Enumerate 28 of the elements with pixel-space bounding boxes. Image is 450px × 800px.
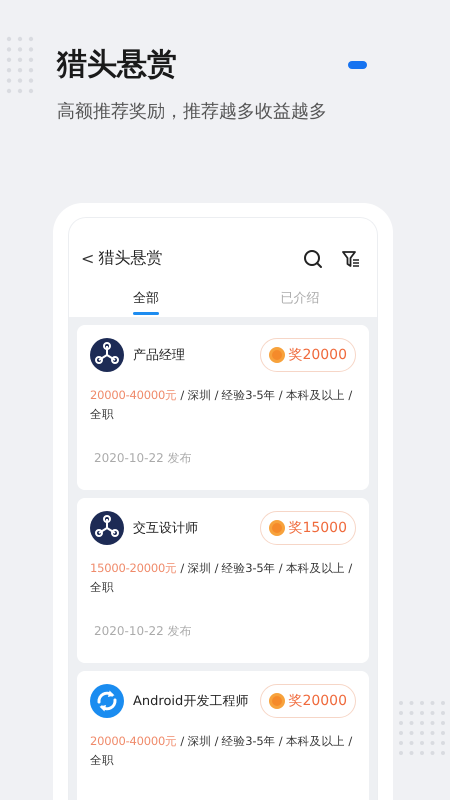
page-subtitle: 高额推荐奖励，推荐越多收益越多 — [57, 100, 328, 123]
job-details: 20000-40000元 / 深圳 / 经验3-5年 / 本科及以上 / 全职 — [90, 387, 354, 423]
job-card[interactable]: Android开发工程师 奖20000 20000-40000元 / 深圳 / 经验3-5年 / 本科及以上 / 全职 — [77, 671, 369, 800]
coin-icon — [269, 347, 286, 363]
job-card[interactable]: 产品经理 奖20000 20000-40000元 / 深圳 / 经验3-5年 / 本科及以上 / 全职 2020-10-22 发布 — [77, 325, 369, 490]
reward-badge: 奖15000 — [260, 511, 356, 545]
back-button[interactable]: < — [81, 249, 94, 268]
post-date: 2020-10-22 发布 — [93, 623, 193, 640]
indicator-pill — [348, 60, 367, 68]
job-details: 20000-40000元 / 深圳 / 经验3-5年 / 本科及以上 / 全职 — [90, 733, 354, 769]
job-card[interactable]: 交互设计师 奖15000 15000-20000元 / 深圳 / 经验3-5年 / 本科及以上 / 全职 2020-10-22 发布 — [77, 498, 369, 663]
coin-icon — [269, 520, 286, 536]
screen-title: 猎头悬赏 — [98, 248, 164, 269]
company-logo-icon — [90, 511, 124, 545]
reward-badge: 奖20000 — [260, 684, 356, 718]
company-logo-icon — [90, 338, 124, 372]
page-title: 猎头悬赏 — [57, 46, 178, 84]
reward-badge: 奖20000 — [260, 338, 356, 372]
company-logo-icon — [90, 684, 124, 718]
post-date: 2020-10-22 发布 — [93, 450, 193, 467]
coin-icon — [269, 693, 286, 709]
tab[interactable]: 全部 — [69, 283, 223, 317]
job-details: 15000-20000元 / 深圳 / 经验3-5年 / 本科及以上 / 全职 — [90, 560, 354, 596]
filter-icon[interactable] — [341, 248, 361, 268]
job-title: 交互设计师 — [133, 520, 199, 537]
job-title: 产品经理 — [133, 347, 186, 364]
job-title: Android开发工程师 — [133, 693, 250, 710]
search-icon[interactable] — [303, 248, 323, 268]
